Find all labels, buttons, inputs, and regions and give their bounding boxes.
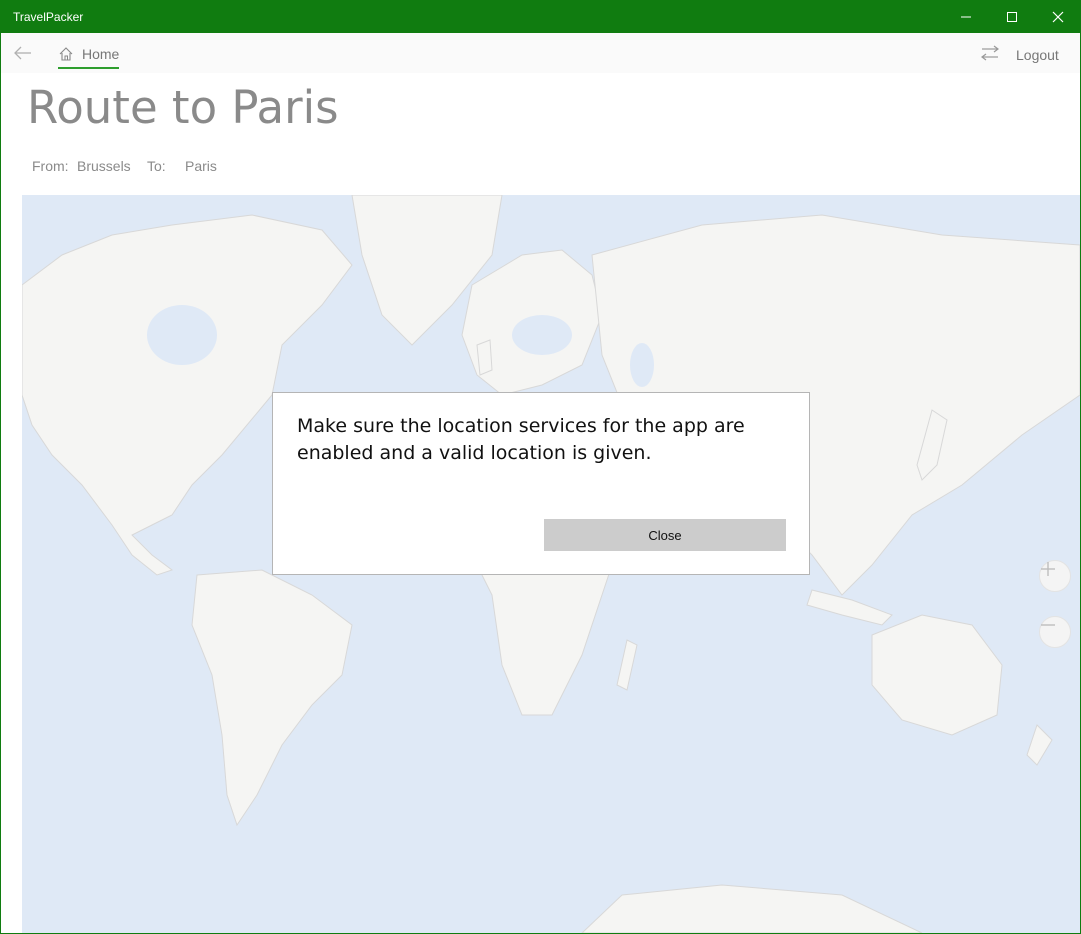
location-error-dialog: Make sure the location services for the … <box>272 392 810 575</box>
to-label: To: <box>147 158 166 174</box>
close-icon <box>1052 11 1064 23</box>
home-tab[interactable]: Home <box>58 41 120 69</box>
title-bar: TravelPacker <box>1 1 1080 33</box>
dialog-message: Make sure the location services for the … <box>297 415 745 464</box>
from-value: Brussels <box>77 158 131 174</box>
minimize-button[interactable] <box>943 1 989 33</box>
zoom-out-button[interactable] <box>1039 616 1071 648</box>
to-value: Paris <box>185 158 217 174</box>
back-arrow-icon <box>14 46 31 60</box>
app-title: TravelPacker <box>13 10 84 24</box>
close-button[interactable]: Close <box>544 519 786 551</box>
back-button[interactable] <box>9 41 37 65</box>
home-tab-label: Home <box>82 46 120 62</box>
swap-arrows-icon[interactable] <box>979 45 1001 61</box>
zoom-in-button[interactable] <box>1039 560 1071 592</box>
plus-icon <box>1041 562 1055 576</box>
home-icon <box>59 47 73 61</box>
nav-bar: Home Logout <box>1 33 1080 73</box>
maximize-icon <box>1007 12 1017 22</box>
page-title: Route to Paris <box>27 81 339 134</box>
minimize-icon <box>961 16 971 18</box>
logout-button[interactable]: Logout <box>1016 47 1059 63</box>
minus-icon <box>1041 624 1055 626</box>
maximize-button[interactable] <box>989 1 1035 33</box>
app-window: TravelPacker Home Logout Route to Paris … <box>0 0 1081 934</box>
close-window-button[interactable] <box>1035 1 1080 33</box>
from-label: From: <box>32 158 69 174</box>
